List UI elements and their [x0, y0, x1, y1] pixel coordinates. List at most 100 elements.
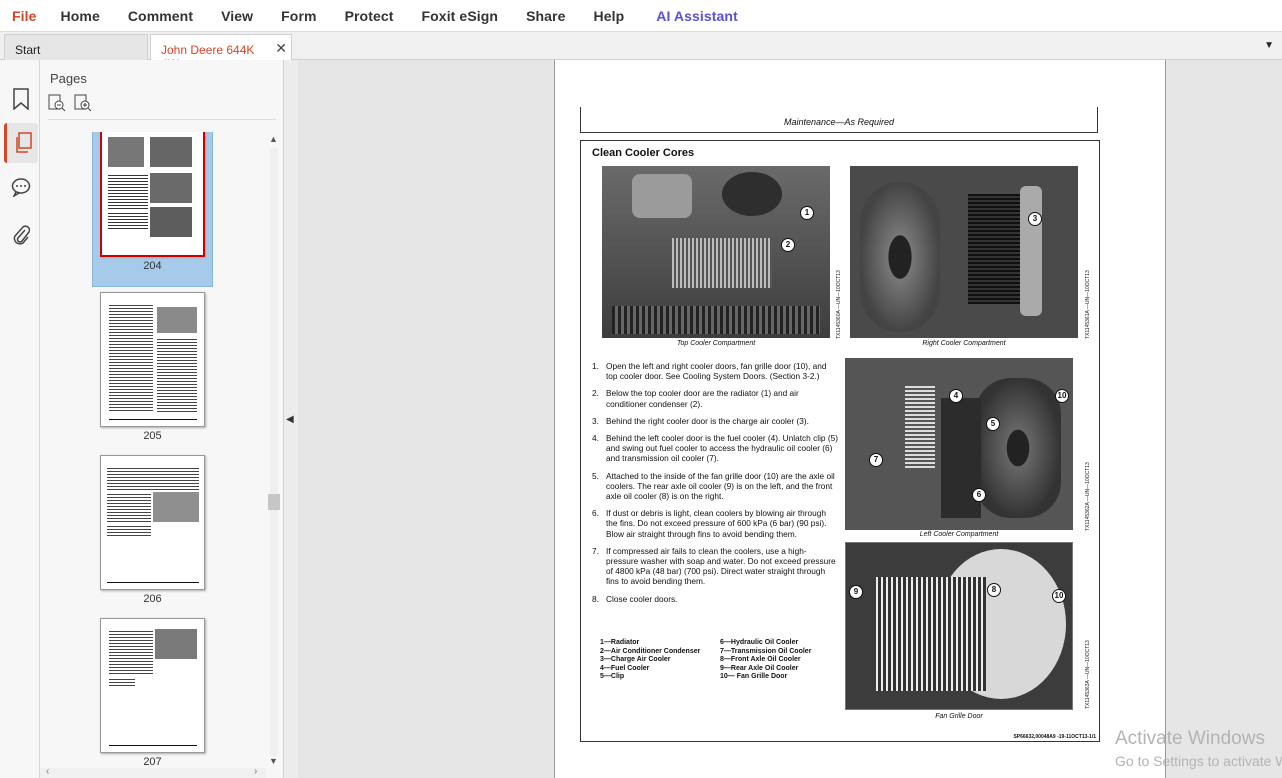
callout-4: 4	[949, 389, 963, 403]
menu-share[interactable]: Share	[526, 8, 565, 24]
page-thumbnail-206[interactable]: 206	[92, 455, 213, 605]
figure-caption: Top Cooler Compartment	[676, 340, 756, 347]
legend-item: 5—Clip	[600, 673, 625, 681]
thumbnail-image	[100, 132, 205, 257]
photo-fan-grille-door: 9 8 10	[845, 542, 1073, 710]
tab-start[interactable]: Start	[4, 34, 148, 60]
scroll-thumb[interactable]	[268, 494, 280, 510]
page-number: 205	[143, 430, 162, 442]
thumbnail-list: 204 205 206 207	[40, 132, 266, 768]
activation-watermark-subtitle: Go to Settings to activate Windows.	[1115, 753, 1282, 769]
menu-foxit-esign[interactable]: Foxit eSign	[422, 8, 499, 24]
menu-help[interactable]: Help	[593, 8, 624, 24]
menu-file[interactable]: File	[12, 8, 37, 24]
callout-2: 2	[781, 238, 795, 252]
scroll-left-icon[interactable]: ‹	[46, 766, 49, 777]
procedure-step: 7. If compressed air fails to clean the c…	[592, 545, 836, 587]
bookmark-icon[interactable]	[8, 86, 34, 112]
thumbnail-image	[100, 455, 205, 590]
legend-item: 2—Air Conditioner Condenser	[600, 647, 701, 655]
panel-collapse-handle[interactable]: ◀	[284, 60, 298, 778]
callout-8: 8	[987, 583, 1001, 597]
callout-6: 6	[972, 488, 986, 502]
page-zoom-out-icon[interactable]	[48, 94, 66, 117]
footer-reference: SP66632,00048A9 -19-11OCT13-1/1	[1013, 734, 1096, 740]
figure-caption: Fan Grille Door	[935, 713, 983, 720]
procedure-step: 6. If dust or debris is light, clean cool…	[592, 508, 827, 539]
procedure-step: 8. Close cooler doors.	[592, 593, 678, 604]
legend-item: 10— Fan Grille Door	[720, 673, 788, 681]
page-number: 207	[143, 756, 162, 768]
callout-5: 5	[986, 417, 1000, 431]
attachment-icon[interactable]	[8, 222, 34, 248]
scroll-down-icon[interactable]: ▼	[269, 756, 278, 766]
legend-item: 4—Fuel Cooler	[600, 664, 650, 672]
procedure-step: 3. Behind the right cooler door is the ch…	[592, 415, 809, 426]
callout-10-fan-grille: 10	[1052, 589, 1066, 603]
page-zoom-in-icon[interactable]	[74, 94, 92, 117]
page-number: 204	[143, 260, 162, 272]
callout-3: 3	[1028, 212, 1042, 226]
thumbnail-image	[100, 618, 205, 753]
parts-legend: 1—Radiator 6—Hydraulic Oil Cooler 2—Air …	[600, 639, 830, 682]
activation-watermark-title: Activate Windows	[1115, 728, 1265, 749]
document-canvas: Maintenance—As Required Clean Cooler Cor…	[298, 60, 1282, 778]
close-icon[interactable]: ✕	[275, 40, 287, 57]
photo-right-cooler-compartment: 3	[850, 166, 1078, 338]
photo-top-cooler-compartment: 1 2	[602, 166, 830, 338]
page-thumbnail-207[interactable]: 207	[92, 618, 213, 768]
procedure-step: 5. Attached to the inside of the fan gril…	[592, 470, 835, 502]
legend-item: 9—Rear Axle Oil Cooler	[720, 664, 799, 672]
menu-ai-assistant[interactable]: AI Assistant	[656, 8, 738, 24]
legend-item: 7—Transmission Oil Cooler	[720, 647, 812, 655]
menu-form[interactable]: Form	[281, 8, 316, 24]
pages-panel-divider	[48, 119, 276, 120]
section-title: Clean Cooler Cores	[592, 147, 695, 159]
page-thumbnail-204[interactable]: 204	[92, 132, 213, 287]
collapse-arrow-icon[interactable]: ◀	[286, 414, 294, 425]
page-thumbnail-205[interactable]: 205	[92, 292, 213, 442]
menu-home[interactable]: Home	[61, 8, 100, 24]
scroll-right-icon[interactable]: ›	[254, 766, 257, 777]
menu-comment[interactable]: Comment	[128, 8, 193, 24]
callout-10: 10	[1055, 389, 1069, 403]
procedure-step: 2. Below the top cooler door are the radi…	[592, 388, 799, 409]
comment-icon[interactable]	[8, 174, 34, 200]
pdf-page: Maintenance—As Required Clean Cooler Cor…	[554, 60, 1166, 778]
menu-view[interactable]: View	[221, 8, 253, 24]
procedure-steps: 1. Open the left and right cooler doors, …	[592, 361, 838, 611]
pages-panel-title: Pages	[50, 71, 87, 86]
scroll-up-icon[interactable]: ▲	[269, 134, 278, 144]
horizontal-scrollbar[interactable]: ‹ ›	[40, 766, 266, 778]
legend-item: 6—Hydraulic Oil Cooler	[720, 639, 799, 646]
figure-caption: Left Cooler Compartment	[919, 531, 999, 538]
thumbnail-scrollbar[interactable]: ▲ ▼	[266, 132, 282, 768]
menu-bar: File Home Comment View Form Protect Foxi…	[0, 0, 1282, 32]
figure-caption: Right Cooler Compartment	[922, 340, 1006, 347]
callout-9: 9	[849, 585, 863, 599]
legend-item: 3—Charge Air Cooler	[600, 656, 671, 664]
figure-id: TX1145362A —UN—10OCT13	[1085, 462, 1091, 531]
figure-id: TX1145363A —UN—10OCT13	[1085, 640, 1091, 709]
tab-start-label: Start	[15, 43, 41, 57]
legend-item: 1—Radiator	[600, 639, 640, 646]
photo-left-cooler-compartment: 4 5 10 7 6	[845, 358, 1073, 530]
tab-document[interactable]: John Deere 644K 4W... ✕	[150, 34, 292, 71]
procedure-step: 1. Open the left and right cooler doors, …	[592, 361, 827, 382]
scroll-track[interactable]	[270, 148, 278, 756]
thumbnail-image	[100, 292, 205, 427]
pages-icon[interactable]	[4, 123, 38, 163]
tab-list-dropdown-icon[interactable]: ▼	[1264, 40, 1274, 51]
menu-protect[interactable]: Protect	[345, 8, 394, 24]
figure-id: TX1145360A —UN—10OCT13	[836, 270, 842, 339]
pages-toolbar	[48, 94, 92, 117]
callout-7: 7	[869, 453, 883, 467]
callout-1: 1	[800, 206, 814, 220]
procedure-step: 4. Behind the left cooler door is the fue…	[592, 433, 838, 464]
figure-id: TX1145361A —UN—10OCT13	[1085, 270, 1091, 339]
page-number: 206	[143, 593, 162, 605]
pages-panel: Pages 204 205 206 207 ▲ ▼ ‹ ›	[40, 60, 284, 778]
legend-item: 8—Front Axle Oil Cooler	[720, 656, 801, 664]
content-box: Clean Cooler Cores 1 2 Top Cooler Compar…	[580, 140, 1100, 742]
navigation-rail	[0, 60, 40, 778]
